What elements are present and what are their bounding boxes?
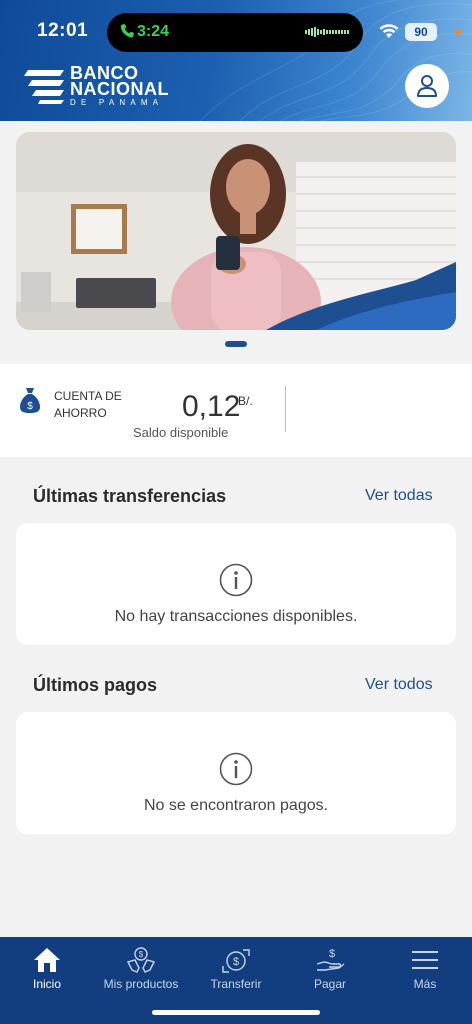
svg-text:$: $: [233, 956, 239, 968]
battery-indicator: 90: [405, 23, 437, 41]
transfers-empty-card: No hay transacciones disponibles.: [16, 523, 456, 645]
pay-icon: $: [316, 948, 345, 971]
nav-item-transferir[interactable]: $ Transferir: [189, 937, 283, 997]
nav-label-inicio: Inicio: [32, 977, 61, 991]
card-divider: [285, 386, 286, 432]
profile-button[interactable]: [405, 64, 449, 108]
wifi-icon: [379, 24, 399, 38]
info-icon: [219, 752, 253, 786]
transfer-icon: $: [222, 949, 250, 973]
nav-label-transferir: Transferir: [210, 977, 262, 991]
user-icon: [417, 75, 437, 97]
transfers-see-all-link[interactable]: Ver todas: [365, 487, 433, 505]
nav-item-mas[interactable]: Más: [378, 937, 472, 997]
brand-line-2: NACIONAL: [70, 79, 169, 99]
nav-item-pagar[interactable]: $ Pagar: [283, 937, 377, 997]
phone-call-icon: [120, 24, 134, 38]
money-bag-icon: $: [20, 388, 40, 413]
payments-title: Últimos pagos: [33, 675, 158, 695]
app-header: 12:01 3:24 90 BANCO NACIONAL DE PANAMA: [0, 0, 472, 121]
audio-wave-icon: [305, 27, 349, 37]
promo-banner-image: [16, 132, 456, 330]
account-card[interactable]: $ CUENTA DE AHORRO 0,12 B/. Saldo dispon…: [0, 364, 472, 457]
svg-text:$: $: [329, 948, 335, 960]
nav-label-mas: Más: [413, 977, 437, 991]
status-time: 12:01: [37, 20, 89, 41]
privacy-indicator-dot: [455, 29, 461, 35]
balance-label: Saldo disponible: [133, 425, 229, 440]
nav-label-mis-productos: Mis productos: [103, 977, 179, 991]
carousel-indicator[interactable]: [225, 341, 247, 347]
menu-icon: [412, 951, 438, 969]
promo-banner[interactable]: [16, 132, 456, 330]
payments-empty-card: No se encontraron pagos.: [16, 712, 456, 834]
call-duration: 3:24: [137, 23, 170, 40]
home-icon: [34, 948, 60, 972]
payments-see-all-link[interactable]: Ver todos: [365, 676, 433, 694]
bank-logo-mark: [24, 70, 64, 104]
currency-symbol: B/.: [238, 394, 253, 408]
account-balance: 0,12: [182, 390, 241, 423]
dynamic-island[interactable]: 3:24: [107, 13, 363, 52]
svg-text:$: $: [27, 401, 33, 412]
products-icon: $: [126, 947, 156, 973]
account-type: CUENTA DE AHORRO: [54, 389, 122, 420]
nav-item-inicio[interactable]: Inicio: [0, 937, 94, 997]
nav-item-mis-productos[interactable]: $ Mis productos: [94, 937, 188, 997]
payments-empty-message: No se encontraron pagos.: [143, 797, 329, 814]
bank-logo: BANCO NACIONAL DE PANAMA: [24, 64, 184, 110]
info-icon: [219, 563, 253, 597]
transfers-title: Últimas transferencias: [33, 486, 227, 506]
transfers-empty-message: No hay transacciones disponibles.: [114, 608, 358, 625]
brand-line-3: DE PANAMA: [70, 98, 164, 107]
home-indicator[interactable]: [152, 1010, 320, 1015]
svg-text:$: $: [139, 950, 144, 959]
nav-label-pagar: Pagar: [313, 977, 347, 991]
